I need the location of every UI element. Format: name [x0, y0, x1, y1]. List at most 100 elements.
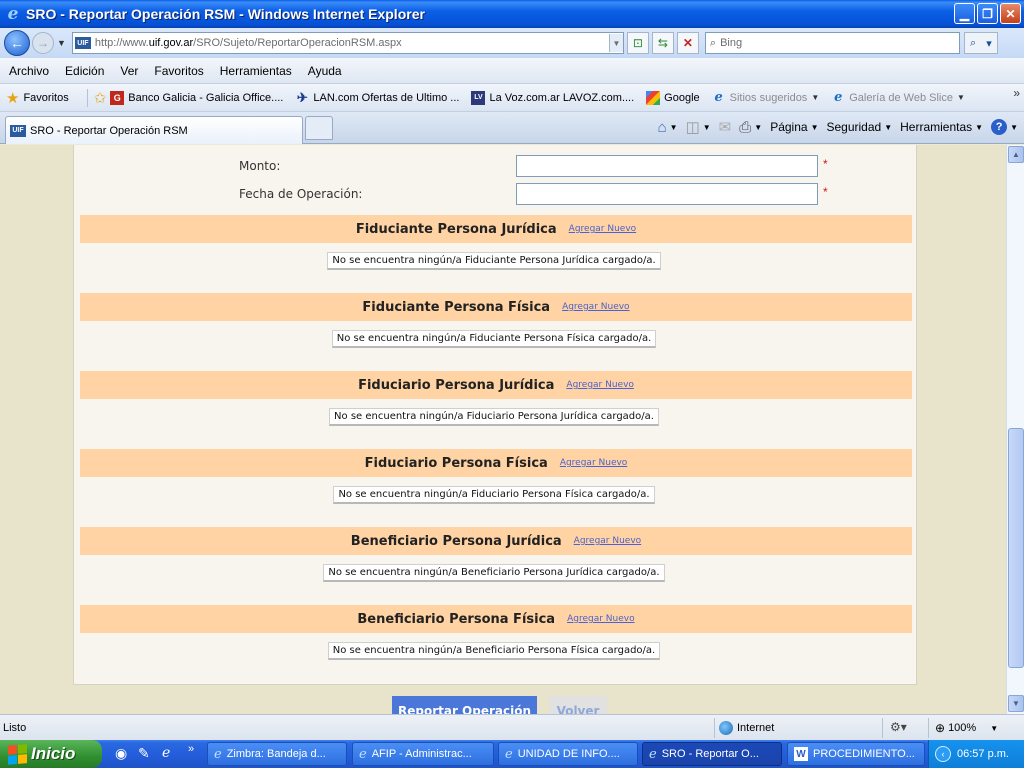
section-title: Fiduciante Persona Jurídica	[355, 221, 557, 237]
menu-favoritos[interactable]: Favoritos	[146, 64, 211, 78]
site-favicon-icon: UIF	[74, 37, 91, 49]
fav-label: Google	[664, 91, 700, 104]
favorites-button[interactable]: ★ Favoritos	[0, 89, 69, 107]
section-fiduciario-fisica: Fiduciario Persona Física Agregar Nuevo	[80, 449, 912, 477]
taskbar-item-afip[interactable]: e AFIP - Administrac...	[352, 742, 494, 766]
section-beneficiario-juridica: Beneficiario Persona Jurídica Agregar Nu…	[80, 527, 912, 555]
required-marker: *	[823, 185, 828, 199]
chevron-down-icon: ▾	[986, 37, 992, 50]
chevron-down-icon: ▼	[990, 723, 999, 733]
fav-link-galicia[interactable]: G Banco Galicia - Galicia Office....	[110, 90, 283, 105]
divider	[882, 718, 883, 738]
reportar-operacion-button[interactable]: Reportar Operación	[392, 696, 537, 714]
more-favorites-icon[interactable]: »	[1013, 86, 1020, 100]
quicklaunch-ie-icon[interactable]: e	[162, 745, 170, 761]
url-prefix: http://www.	[94, 37, 149, 49]
empty-message: No se encuentra ningún/a Fiduciario Pers…	[74, 486, 914, 504]
new-tab-button[interactable]	[305, 116, 333, 140]
back-button[interactable]: ←	[4, 30, 30, 56]
add-favorite-icon[interactable]: ✩	[94, 89, 107, 107]
section-fiduciante-fisica: Fiduciante Persona Física Agregar Nuevo	[80, 293, 912, 321]
taskbar-item-unidad[interactable]: e UNIDAD DE INFO....	[498, 742, 638, 766]
security-zone[interactable]: Internet	[719, 721, 774, 735]
start-button[interactable]: Inicio	[0, 740, 102, 768]
fav-link-lavoz[interactable]: LV La Voz.com.ar LAVOZ.com....	[471, 90, 634, 105]
close-button[interactable]: ✕	[1000, 3, 1021, 24]
menu-ayuda[interactable]: Ayuda	[300, 64, 350, 78]
tab-sro-reportar[interactable]: UIF SRO - Reportar Operación RSM	[5, 116, 303, 144]
url-domain: uif.gov.ar	[148, 37, 194, 49]
show-hidden-icons-icon[interactable]: ‹	[935, 746, 951, 762]
chevron-down-icon: ▼	[884, 122, 893, 132]
address-bar[interactable]: UIF http://www. uif.gov.ar/SRO/Sujeto/Rep…	[71, 32, 624, 54]
stop-button[interactable]: ✕	[676, 32, 699, 54]
fav-link-google[interactable]: Google	[646, 90, 700, 105]
security-menu-label: Seguridad	[826, 120, 882, 134]
add-beneficiario-fisica-link[interactable]: Agregar Nuevo	[567, 614, 635, 624]
monto-input[interactable]	[516, 155, 818, 177]
search-input[interactable]: ⌕ Bing	[704, 32, 960, 54]
zoom-control[interactable]: ⊕ 100% ▼	[935, 721, 998, 735]
add-fiduciante-fisica-link[interactable]: Agregar Nuevo	[562, 302, 630, 312]
fav-web-slice-gallery[interactable]: e Galería de Web Slice ▼	[831, 90, 965, 105]
add-fiduciario-fisica-link[interactable]: Agregar Nuevo	[560, 458, 628, 468]
fav-suggested-sites[interactable]: e Sitios sugeridos ▼	[712, 90, 820, 105]
recent-pages-dropdown[interactable]: ▼	[57, 38, 66, 48]
galicia-icon: G	[110, 90, 125, 105]
home-button[interactable]: ⌂ ▼	[658, 119, 678, 136]
tab-label: SRO - Reportar Operación RSM	[30, 124, 188, 137]
help-button[interactable]: ? ▼	[991, 119, 1018, 135]
print-button[interactable]: ⎙ ▼	[739, 119, 762, 136]
empty-message: No se encuentra ningún/a Fiduciante Pers…	[74, 330, 914, 348]
taskbar: Inicio ◉ ✎ e » e Zimbra: Bandeja d... e …	[0, 740, 1024, 768]
scroll-down-arrow-icon[interactable]: ▼	[1008, 695, 1024, 712]
add-beneficiario-juridica-link[interactable]: Agregar Nuevo	[574, 536, 642, 546]
restore-button[interactable]: ❐	[977, 3, 998, 24]
menu-archivo[interactable]: Archivo	[0, 64, 57, 78]
refresh-button[interactable]: ⇆	[651, 32, 674, 54]
chevron-down-icon: ▼	[702, 122, 711, 132]
protected-mode-icon[interactable]: ⚙▾	[890, 720, 907, 734]
search-placeholder: Bing	[720, 37, 743, 49]
scroll-thumb[interactable]	[1008, 428, 1024, 668]
clock[interactable]: 06:57 p.m.	[957, 748, 1009, 760]
feeds-button[interactable]: ◫ ▼	[686, 118, 711, 136]
quicklaunch-media-icon[interactable]: ◉	[115, 745, 127, 762]
taskbar-item-sro[interactable]: e SRO - Reportar O...	[642, 742, 782, 766]
taskbar-item-procedimiento[interactable]: W PROCEDIMIENTO...	[787, 742, 925, 766]
section-title: Beneficiario Persona Jurídica	[350, 533, 562, 549]
fav-link-lan[interactable]: ✈ LAN.com Ofertas de Ultimo ...	[295, 90, 460, 105]
page-menu[interactable]: Página ▼	[770, 120, 818, 134]
empty-message: No se encuentra ningún/a Beneficiario Pe…	[74, 642, 914, 660]
mail-icon: ✉	[718, 119, 732, 136]
command-bar: ⌂ ▼ ◫ ▼ ✉ ⎙ ▼ Página ▼ Seguridad ▼ Herramient…	[650, 118, 1018, 137]
divider	[714, 718, 715, 738]
field-row-fecha: Fecha de Operación: *	[74, 183, 914, 207]
security-menu[interactable]: Seguridad ▼	[826, 120, 892, 134]
quicklaunch-notes-icon[interactable]: ✎	[138, 745, 150, 762]
compatibility-view-button[interactable]: ⊡	[626, 32, 649, 54]
fecha-operacion-input[interactable]	[516, 183, 818, 205]
vertical-scrollbar[interactable]: ▲ ▼	[1006, 145, 1024, 714]
add-fiduciante-juridica-link[interactable]: Agregar Nuevo	[569, 224, 637, 234]
menu-ver[interactable]: Ver	[112, 64, 146, 78]
add-fiduciario-juridica-link[interactable]: Agregar Nuevo	[566, 380, 634, 390]
minimize-button[interactable]: ▁	[954, 3, 975, 24]
system-tray: ‹ 06:57 p.m.	[928, 740, 1024, 768]
menu-herramientas[interactable]: Herramientas	[212, 64, 300, 78]
site-favicon-icon: UIF	[10, 124, 26, 137]
window-controls: ▁ ❐ ✕	[954, 3, 1021, 24]
search-button[interactable]: ⌕ ▾	[963, 32, 998, 54]
taskbar-item-zimbra[interactable]: e Zimbra: Bandeja d...	[207, 742, 347, 766]
rss-icon: ◫	[685, 119, 700, 136]
forward-button[interactable]: →	[32, 32, 54, 54]
zoom-level: 100%	[948, 722, 977, 734]
volver-button[interactable]: Volver	[549, 696, 607, 714]
address-dropdown-icon[interactable]: ▼	[608, 34, 623, 52]
menu-edicion[interactable]: Edición	[57, 64, 112, 78]
tools-menu[interactable]: Herramientas ▼	[900, 120, 983, 134]
quicklaunch-more-icon[interactable]: »	[188, 743, 194, 755]
chevron-down-icon: ▼	[1010, 122, 1018, 132]
mail-button[interactable]: ✉	[719, 118, 732, 136]
scroll-up-arrow-icon[interactable]: ▲	[1008, 146, 1024, 163]
